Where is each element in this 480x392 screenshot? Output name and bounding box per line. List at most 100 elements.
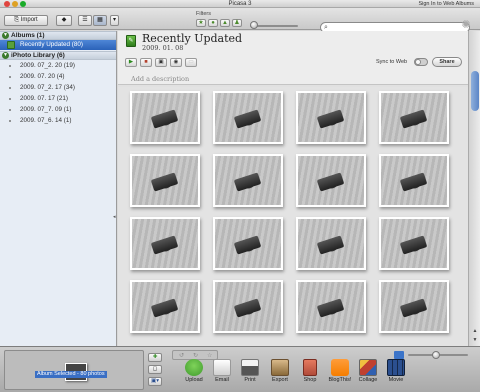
filter-people-button[interactable]: ● [208, 19, 218, 27]
sidebar-item-folder[interactable]: 2009. 07. 20 (4) [0, 72, 116, 82]
scroll-down-icon[interactable]: ▼ [469, 336, 480, 345]
photo-image [298, 156, 364, 205]
folder-bullet-icon [9, 109, 11, 111]
sidebar-resize-handle-icon[interactable]: ◂ [113, 214, 116, 220]
photo-icon: ■ [144, 59, 148, 65]
blogger-icon [331, 359, 349, 376]
photo-thumbnail[interactable] [213, 217, 283, 270]
rotate-right-icon[interactable]: ↻ [193, 352, 198, 359]
export-button[interactable]: Export [266, 359, 294, 383]
upload-filter-icon: ▲ [222, 20, 228, 26]
photo-thumbnail[interactable] [130, 154, 200, 207]
person-icon: ● [211, 20, 215, 26]
photo-thumbnail[interactable] [296, 217, 366, 270]
grid-icon: ▦ [97, 17, 103, 23]
sidebar-item-folder[interactable]: 2009. 07. 17 (21) [0, 94, 116, 104]
filter-starred-button[interactable]: ★ [196, 19, 206, 27]
share-button[interactable]: Share [432, 57, 462, 67]
people-view-button[interactable]: ◆ [56, 15, 72, 26]
sidebar-item-recently-updated[interactable]: Recently Updated (80) [0, 40, 116, 50]
sidebar-item-label: 2009. 07_2. 20 (19) [20, 62, 75, 69]
grid-view-button[interactable]: ▦ [93, 15, 107, 26]
photo-thumbnail[interactable] [379, 280, 449, 333]
email-label: Email [215, 377, 229, 383]
email-button[interactable]: Email [208, 359, 236, 383]
photo-thumbnail[interactable] [130, 280, 200, 333]
activity-spinner-icon: ✺ [461, 19, 471, 31]
albums-group-header[interactable]: ▼ Albums (1) [0, 31, 116, 40]
movie-button[interactable]: Movie [382, 359, 410, 383]
sidebar-item-label: 2009. 07. 17 (21) [20, 95, 68, 102]
collage-label: Collage [358, 377, 378, 383]
hold-button[interactable]: ✚ [148, 353, 162, 362]
star-toggle-icon[interactable]: ☆ [207, 352, 212, 359]
upload-button[interactable]: Upload [180, 359, 208, 383]
collapse-library-icon[interactable]: ▼ [2, 52, 9, 59]
blogthis-button[interactable]: BlogThis! [326, 359, 354, 383]
folder-bullet-icon [9, 87, 11, 89]
photo-thumbnail[interactable] [296, 280, 366, 333]
main-content: ✎ Recently Updated 2009. 01. 08 ▶ ■ ▣ ◉ … [118, 31, 468, 346]
photo-stack-icon: ▣ [158, 59, 164, 65]
filter-slider-knob[interactable] [250, 21, 258, 29]
view-menu-button[interactable]: ▾ [110, 15, 119, 26]
photo-thumbnail[interactable] [379, 154, 449, 207]
slideshow-button[interactable]: ▶ [125, 58, 137, 67]
photo-thumbnail[interactable] [213, 280, 283, 333]
play-icon: ▶ [128, 59, 134, 65]
email-icon [213, 359, 231, 376]
list-view-button[interactable]: ☰ [78, 15, 92, 26]
photo-thumbnail[interactable] [379, 91, 449, 144]
print-button[interactable]: Print [236, 359, 264, 383]
filter-geotag-button[interactable]: ♟ [232, 19, 242, 27]
collage-button[interactable]: Collage [354, 359, 382, 383]
sidebar-item-label: 2009. 07_2. 17 (34) [20, 84, 75, 91]
photo-thumbnail[interactable] [213, 91, 283, 144]
shop-label: Shop [303, 377, 317, 383]
sidebar-item-folder[interactable]: 2009. 07_2. 20 (19) [0, 61, 116, 71]
photo-thumbnail[interactable] [296, 154, 366, 207]
photo-image [215, 282, 281, 331]
photo-thumbnail[interactable] [296, 91, 366, 144]
sync-to-web-toggle[interactable] [414, 58, 428, 66]
album-description-field[interactable]: Add a description [131, 75, 189, 83]
albums-header-label: Albums (1) [11, 32, 45, 39]
photo-thumbnail[interactable] [130, 217, 200, 270]
iphoto-library-group-header[interactable]: ▼ iPhoto Library (6) [0, 51, 116, 60]
photo-button-1[interactable]: ■ [140, 58, 152, 67]
photo-image [381, 219, 447, 268]
folder-bullet-icon [9, 98, 11, 100]
scroll-up-icon[interactable]: ▲ [469, 327, 480, 336]
add-to-album-button[interactable]: ▣▾ [148, 377, 162, 386]
rotate-left-icon[interactable]: ↺ [179, 352, 184, 359]
clear-button[interactable]: ◻ [148, 365, 162, 374]
vertical-scrollbar[interactable]: ▲ ▼ [468, 31, 480, 346]
picasa-window: Picasa 3 Sign In to Web Albums ⎘ Import … [0, 0, 480, 392]
photo-thumbnail[interactable] [130, 91, 200, 144]
photo-grid [118, 87, 468, 346]
sync-to-web-label: Sync to Web [376, 59, 408, 65]
sidebar-item-folder[interactable]: 2009. 07_7. 09 (1) [0, 105, 116, 115]
photo-button-2[interactable]: ▣ [155, 58, 167, 67]
shop-button[interactable]: Shop [296, 359, 324, 383]
geotag-button[interactable]: ▭ [185, 58, 197, 67]
list-icon: ☰ [82, 17, 88, 23]
import-button[interactable]: ⎘ Import [4, 15, 48, 26]
filter-video-button[interactable]: ▲ [220, 19, 230, 27]
print-icon [241, 359, 259, 376]
sign-in-link[interactable]: Sign In to Web Albums [418, 0, 474, 8]
sidebar-item-folder[interactable]: 2009. 07_6. 14 (1) [0, 116, 116, 126]
info-button[interactable]: ◉ [170, 58, 182, 67]
thumbnail-size-slider-knob[interactable] [432, 351, 440, 359]
scrollbar-thumb[interactable] [471, 71, 479, 111]
sidebar-item-folder[interactable]: 2009. 07_2. 17 (34) [0, 83, 116, 93]
collage-icon [359, 359, 377, 376]
photo-image [381, 93, 447, 142]
album-date: 2009. 01. 08 [142, 44, 184, 52]
photo-thumbnail[interactable] [213, 154, 283, 207]
info-icon: ◉ [173, 59, 179, 65]
photo-tray: Album Selected - 80 photos ✚ ◻ ▣▾ ↺ ↻ ☆ … [0, 346, 480, 392]
photo-thumbnail[interactable] [379, 217, 449, 270]
collapse-albums-icon[interactable]: ▼ [2, 32, 9, 39]
photo-image [132, 282, 198, 331]
